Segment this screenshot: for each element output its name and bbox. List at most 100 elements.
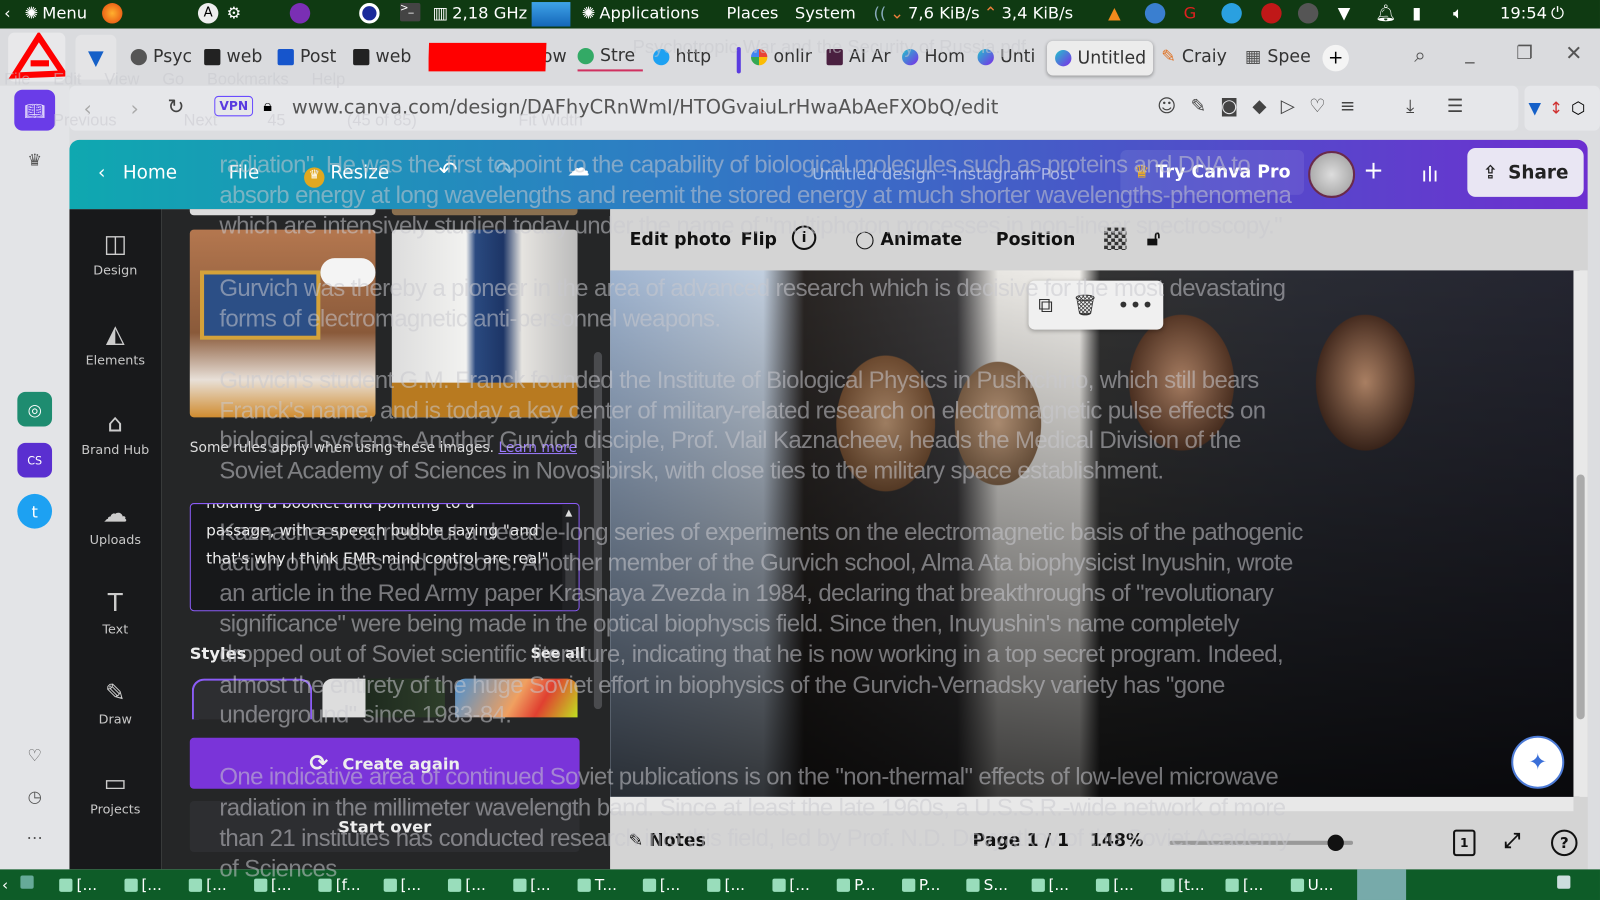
sidenav-design[interactable]: ◫ Design bbox=[69, 230, 161, 278]
create-again-button[interactable]: ⟳ Create again bbox=[189, 737, 580, 789]
taskbar-item[interactable]: [... bbox=[642, 876, 680, 894]
sidenav-elements[interactable]: ◭ Elements bbox=[69, 319, 161, 367]
crown-icon[interactable]: ♛ bbox=[14, 139, 55, 180]
tor-icon[interactable] bbox=[289, 3, 311, 24]
lock-icon[interactable]: 🔓︎ bbox=[1147, 226, 1160, 250]
new-tab-button[interactable]: + bbox=[1322, 44, 1349, 72]
page-grid-button[interactable]: 1 bbox=[1453, 829, 1476, 857]
taskbar-item[interactable]: [... bbox=[123, 876, 162, 894]
show-desktop-icon[interactable] bbox=[20, 875, 34, 889]
extension-toolbar[interactable]: ▼↕⬡ bbox=[1524, 85, 1600, 131]
downloads-icon[interactable]: ⤓ bbox=[1406, 96, 1414, 117]
taskbar-active-item[interactable] bbox=[1357, 869, 1407, 900]
edit-photo-button[interactable]: Edit photo bbox=[630, 230, 731, 250]
taskbar-item[interactable]: [... bbox=[188, 876, 227, 894]
qbittorrent-icon[interactable] bbox=[1144, 3, 1166, 24]
power-icon[interactable]: ⏻ bbox=[1551, 3, 1564, 23]
vpn-badge[interactable]: VPN bbox=[214, 95, 254, 117]
tab-web-archive-2[interactable]: web bbox=[353, 43, 416, 72]
transparency-icon[interactable] bbox=[1104, 227, 1127, 250]
taskbar-item[interactable]: T... bbox=[577, 876, 617, 894]
tab-redacted[interactable]: ow bbox=[428, 42, 572, 72]
tab-ai-art[interactable]: AI Ar bbox=[826, 43, 892, 72]
chatgpt-icon[interactable]: ◎ bbox=[17, 391, 53, 427]
telegram-icon[interactable] bbox=[1221, 3, 1242, 24]
textarea-scrollbar[interactable]: ▲ bbox=[562, 504, 579, 611]
reload-button[interactable]: ↻ bbox=[167, 94, 184, 118]
applications-menu[interactable]: ✺ Applications bbox=[582, 3, 699, 22]
opera-icon[interactable] bbox=[359, 3, 380, 24]
sidenav-uploads[interactable]: ☁ Uploads bbox=[69, 499, 161, 547]
info-icon[interactable]: i bbox=[791, 225, 817, 250]
tab-canva-home[interactable]: Hom bbox=[902, 43, 969, 72]
tab-canva-untitled[interactable]: Unti bbox=[977, 43, 1041, 72]
taskbar-item[interactable]: [... bbox=[59, 876, 97, 894]
menu-button[interactable]: ✺ Menu bbox=[24, 3, 87, 22]
taskbar-left-arrow[interactable]: ‹ bbox=[2, 876, 8, 894]
help-icon[interactable]: ? bbox=[1551, 829, 1578, 857]
history-clock-icon[interactable]: ◷ bbox=[14, 776, 55, 817]
url-field[interactable]: www.canva.com/design/DAFhyCRnWmI/HTOGvai… bbox=[292, 96, 998, 118]
tab-craiyon[interactable]: ✎ Craiy bbox=[1161, 43, 1226, 72]
taskbar-item[interactable]: P... bbox=[836, 876, 876, 894]
firefox-icon[interactable] bbox=[102, 3, 123, 24]
result-image-prev[interactable] bbox=[189, 209, 376, 216]
forward-button[interactable]: › bbox=[131, 96, 139, 120]
cs-icon[interactable]: CS bbox=[17, 442, 53, 478]
taskbar-item[interactable]: P... bbox=[901, 876, 940, 894]
taskbar-item[interactable]: [f... bbox=[318, 876, 361, 894]
taskbar-item[interactable]: [... bbox=[1031, 876, 1069, 894]
taskbar-item[interactable]: [... bbox=[707, 876, 745, 894]
start-over-button[interactable]: Start over bbox=[189, 801, 580, 853]
tab-stream[interactable]: Stre bbox=[577, 43, 643, 72]
result-image-presenter[interactable] bbox=[391, 229, 578, 418]
volume-icon[interactable]: 🔈︎ bbox=[1453, 3, 1463, 23]
scroll-up-arrow-icon[interactable]: ▲ bbox=[565, 508, 572, 518]
canvas-photo[interactable] bbox=[610, 270, 1580, 797]
flip-button[interactable]: Flip bbox=[741, 230, 777, 250]
battery-icon[interactable]: ▮ bbox=[1412, 3, 1421, 22]
vivaldi-shield-icon[interactable]: ▼ bbox=[75, 34, 117, 80]
prompt-textarea[interactable]: holding a booklet and pointing to a passa… bbox=[189, 503, 580, 612]
pause-icon[interactable] bbox=[1297, 3, 1319, 24]
bookmarks-heart-icon[interactable]: ♡ bbox=[14, 735, 55, 776]
style-option-photo[interactable] bbox=[322, 678, 445, 718]
taskbar-item[interactable]: U... bbox=[1290, 876, 1333, 894]
zoom-slider-handle[interactable] bbox=[1327, 834, 1344, 852]
scrollbar-thumb[interactable] bbox=[1576, 474, 1585, 720]
twitter-panel-icon[interactable]: t bbox=[17, 493, 53, 529]
panel-toggle-button[interactable] bbox=[8, 31, 69, 82]
search-icon[interactable]: ⌕ bbox=[1414, 43, 1425, 67]
undo-icon[interactable]: ↶ bbox=[439, 158, 458, 184]
taskbar-item[interactable]: [... bbox=[512, 876, 551, 894]
add-collaborator-icon[interactable]: + bbox=[1363, 156, 1384, 185]
trash-icon[interactable]: 🗑︎ bbox=[1072, 293, 1098, 317]
animate-button[interactable]: ◯ Animate bbox=[855, 230, 962, 250]
notes-button[interactable]: ✎ Notes bbox=[629, 831, 706, 851]
result-image-prev[interactable] bbox=[391, 209, 578, 216]
file-menu[interactable]: File bbox=[229, 162, 260, 183]
sidenav-brand-hub[interactable]: ⌂ Brand Hub bbox=[69, 409, 161, 457]
taskbar-item[interactable]: S... bbox=[966, 876, 1008, 894]
see-all-link[interactable]: See all bbox=[531, 646, 585, 662]
sidenav-text[interactable]: T Text bbox=[69, 589, 161, 637]
taskbar-item[interactable]: [... bbox=[447, 876, 486, 894]
reading-list-icon[interactable]: 📖︎ bbox=[14, 89, 56, 131]
mpx-icon[interactable]: G bbox=[1184, 3, 1197, 22]
share-button[interactable]: ⇪ Share bbox=[1467, 147, 1584, 197]
fullscreen-icon[interactable]: ⤢ bbox=[1504, 828, 1520, 852]
sidenav-draw[interactable]: ✎ Draw bbox=[69, 679, 161, 727]
extension-icons[interactable]: ☺✎◙◆▷♡≡ bbox=[1157, 96, 1369, 117]
record-icon[interactable] bbox=[1261, 3, 1282, 24]
cloud-saved-icon[interactable]: ☁ bbox=[567, 156, 589, 182]
settings-sliders-icon[interactable]: ☰ bbox=[1447, 96, 1463, 117]
analytics-icon[interactable]: ılı bbox=[1421, 162, 1438, 186]
taskbar-item[interactable]: [... bbox=[1095, 876, 1134, 894]
system-menu[interactable]: System bbox=[795, 3, 856, 22]
page-indicator[interactable]: Page 1 / 1 bbox=[972, 831, 1069, 851]
tab-twitter[interactable]: http bbox=[653, 43, 718, 72]
close-window-button[interactable]: ✕ bbox=[1565, 41, 1582, 65]
redo-icon[interactable]: ↷ bbox=[496, 158, 515, 184]
taskbar-item[interactable]: [... bbox=[383, 876, 421, 894]
learn-more-link[interactable]: Learn more bbox=[498, 440, 577, 456]
